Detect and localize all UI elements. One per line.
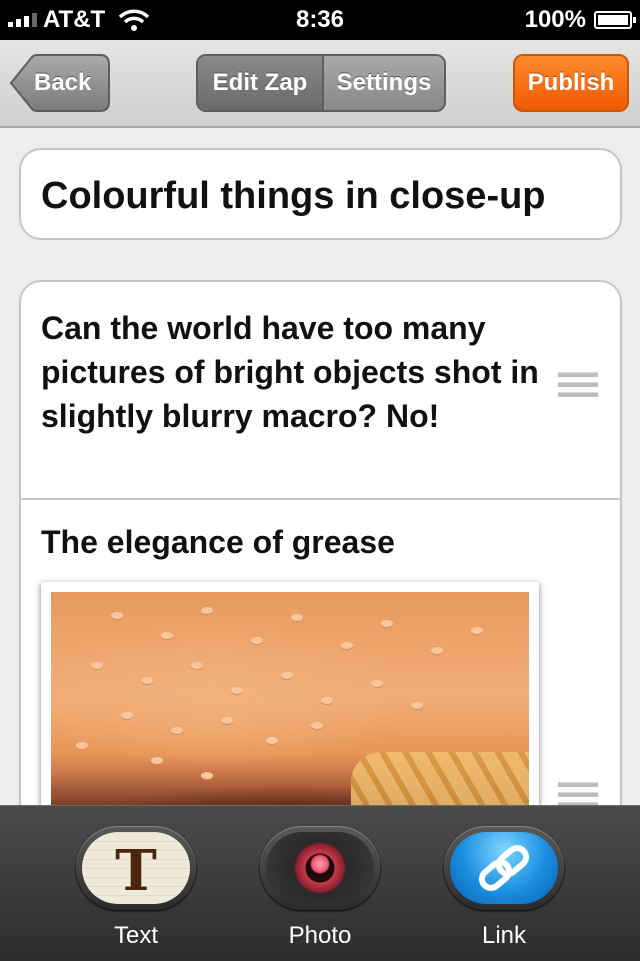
back-label: Back (34, 69, 92, 96)
segmented-control: Edit Zap Settings (196, 54, 446, 112)
status-bar: AT&T 8:36 100% (0, 0, 640, 40)
add-photo-label: Photo (288, 922, 352, 949)
photo-item-caption: The elegance of grease (41, 524, 395, 560)
add-photo-tool[interactable]: Photo (260, 826, 380, 949)
text-item-body: Can the world have too many pictures of … (41, 310, 539, 434)
back-button[interactable]: Back (10, 54, 110, 112)
add-text-tool[interactable]: T Text (76, 826, 196, 949)
add-text-label: Text (113, 922, 158, 949)
camera-lens-icon (266, 832, 374, 904)
chain-link-icon (450, 832, 558, 904)
drag-handle-icon[interactable] (558, 372, 598, 402)
add-link-tool[interactable]: Link (444, 826, 564, 949)
segment-edit-zap[interactable]: Edit Zap (198, 56, 324, 110)
battery-percent: 100% (524, 6, 586, 33)
text-t-icon: T (82, 832, 190, 904)
zap-title: Colourful things in close-up (41, 175, 546, 217)
battery-icon (594, 11, 636, 29)
text-item[interactable]: Can the world have too many pictures of … (21, 282, 620, 500)
zap-title-card[interactable]: Colourful things in close-up (19, 148, 622, 240)
add-item-toolbar: T Text Photo Link (0, 805, 640, 961)
add-photo-button[interactable] (260, 826, 380, 910)
add-link-label: Link (481, 922, 527, 949)
segment-settings[interactable]: Settings (324, 56, 444, 110)
battery-status: 100% (524, 6, 636, 34)
nav-bar: Back Edit Zap Settings Publish (0, 40, 640, 128)
add-link-button[interactable] (444, 826, 564, 910)
add-text-button[interactable]: T (76, 826, 196, 910)
publish-button[interactable]: Publish (513, 54, 629, 112)
